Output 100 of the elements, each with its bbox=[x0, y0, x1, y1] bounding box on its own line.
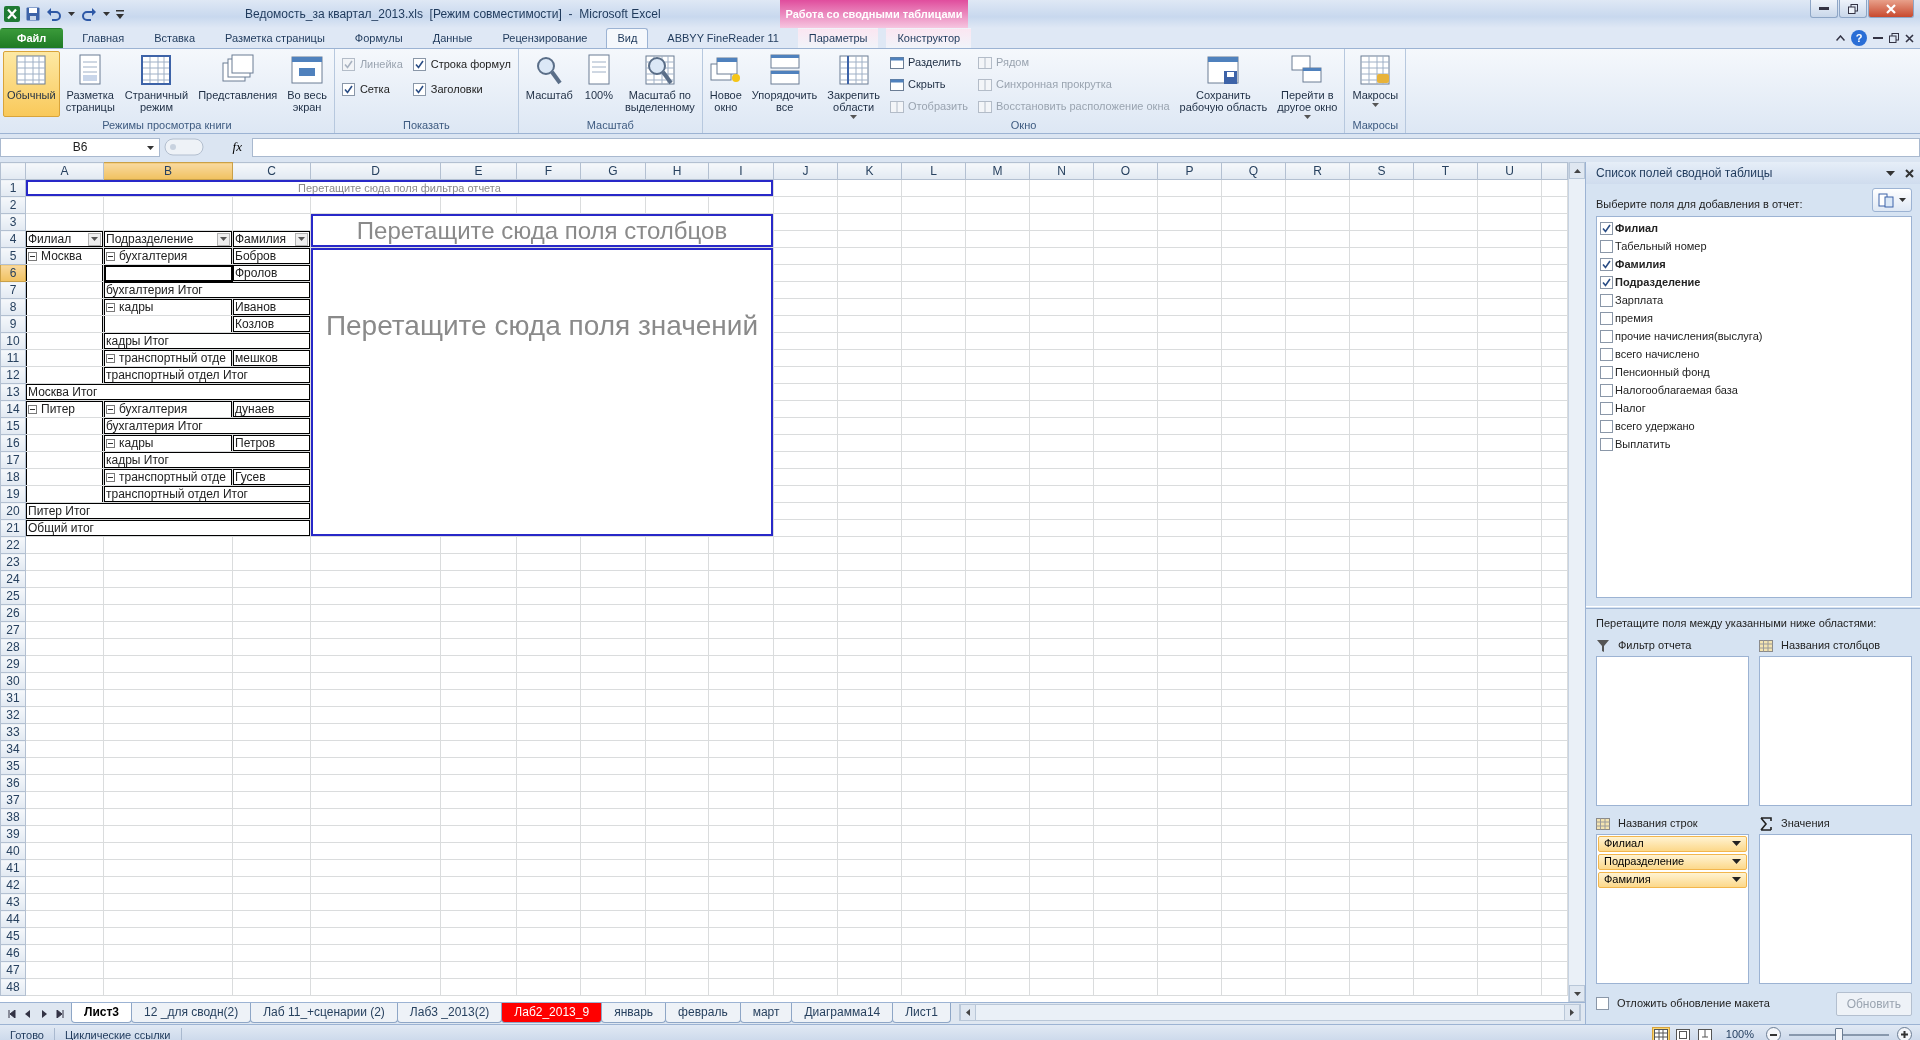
name-box[interactable]: B6 bbox=[0, 137, 160, 157]
sheet-tab[interactable]: Лист1 bbox=[892, 1003, 951, 1023]
column-header[interactable]: R bbox=[1285, 162, 1350, 180]
ribbon-button[interactable]: Новое окно bbox=[705, 51, 746, 117]
ribbon-button[interactable]: Страничный режим bbox=[120, 51, 193, 117]
undo-icon[interactable] bbox=[46, 7, 62, 21]
restore-button[interactable] bbox=[1839, 0, 1867, 18]
column-header[interactable]: O bbox=[1093, 162, 1158, 180]
insert-function-button[interactable]: fx bbox=[208, 137, 248, 157]
column-header[interactable]: B bbox=[103, 162, 233, 180]
column-header[interactable]: J bbox=[773, 162, 838, 180]
collapse-icon[interactable] bbox=[28, 404, 37, 414]
collapse-icon[interactable] bbox=[106, 472, 115, 482]
ribbon-button[interactable]: Разделить bbox=[890, 54, 968, 71]
ribbon-button[interactable]: Масштаб bbox=[521, 51, 577, 117]
vertical-scrollbar[interactable] bbox=[1568, 162, 1585, 1002]
zoom-out-button[interactable] bbox=[1766, 1027, 1781, 1040]
field-label[interactable]: всего удержано bbox=[1615, 417, 1695, 435]
field-label[interactable]: Филиал bbox=[1615, 219, 1658, 237]
checkbox[interactable] bbox=[1600, 221, 1613, 235]
sheet-tab[interactable]: февраль bbox=[665, 1003, 741, 1023]
column-header[interactable]: H bbox=[645, 162, 709, 180]
caret-icon[interactable] bbox=[68, 12, 75, 16]
field-label[interactable]: всего начислено bbox=[1615, 345, 1700, 363]
ribbon-button[interactable]: Сохранить рабочую область bbox=[1175, 51, 1272, 117]
ribbon-button[interactable]: 100% bbox=[578, 51, 619, 117]
column-header[interactable]: U bbox=[1477, 162, 1542, 180]
ribbon-tab[interactable]: Файл bbox=[0, 28, 64, 48]
checkbox[interactable] bbox=[1600, 365, 1613, 379]
sheet-tab[interactable]: 12 _для сводн(2) bbox=[131, 1003, 252, 1023]
field-label[interactable]: Налог bbox=[1615, 399, 1646, 417]
sheet-tab[interactable]: Лаб2_2013_9 bbox=[501, 1003, 603, 1023]
dropdown-icon[interactable] bbox=[1886, 170, 1895, 176]
zoom-in-button[interactable] bbox=[1897, 1027, 1912, 1040]
ribbon-button[interactable]: Масштаб по выделенному bbox=[620, 51, 699, 117]
ribbon-tab[interactable]: Конструктор bbox=[886, 28, 972, 48]
checkbox-label[interactable]: Отложить обновление макета bbox=[1617, 995, 1770, 1012]
checkbox[interactable] bbox=[1600, 257, 1613, 271]
sheet-tab[interactable]: Лист3 bbox=[71, 1003, 133, 1023]
ribbon-button[interactable]: Макросы bbox=[1348, 51, 1403, 117]
column-header[interactable]: F bbox=[516, 162, 581, 180]
field-label[interactable]: Табельный номер bbox=[1615, 237, 1707, 255]
checkbox-label[interactable]: Сетка bbox=[359, 80, 390, 98]
column-header[interactable]: S bbox=[1349, 162, 1414, 180]
ribbon-tab[interactable]: Данные bbox=[421, 28, 484, 48]
ribbon-button[interactable]: Разметка страницы bbox=[61, 51, 119, 117]
field-label[interactable]: Зарплата bbox=[1615, 291, 1664, 309]
checkbox[interactable] bbox=[341, 82, 355, 96]
view-button[interactable] bbox=[1695, 1026, 1714, 1040]
column-header[interactable]: P bbox=[1157, 162, 1222, 180]
collapse-ribbon-icon[interactable] bbox=[1836, 35, 1845, 41]
dropdown-icon[interactable] bbox=[147, 145, 154, 150]
field-label[interactable]: премия bbox=[1615, 309, 1653, 327]
ribbon-tab[interactable]: Формулы bbox=[343, 28, 414, 48]
column-header[interactable]: G bbox=[580, 162, 646, 180]
column-header[interactable]: Q bbox=[1221, 162, 1286, 180]
checkbox[interactable] bbox=[1596, 997, 1609, 1010]
customize-toolbar-icon[interactable] bbox=[116, 9, 124, 19]
ribbon-button[interactable]: Обычный bbox=[3, 51, 60, 117]
collapse-icon[interactable] bbox=[106, 404, 115, 414]
field-label[interactable]: Фамилия bbox=[1615, 255, 1666, 273]
ribbon-button[interactable]: Перейти в другое окно bbox=[1273, 51, 1342, 117]
close-icon[interactable] bbox=[1905, 33, 1914, 43]
checkbox[interactable] bbox=[1600, 293, 1613, 307]
view-button[interactable] bbox=[1673, 1026, 1692, 1040]
ribbon-button[interactable]: Во весь экран bbox=[283, 51, 331, 117]
layout-button[interactable] bbox=[1872, 188, 1912, 212]
field-label[interactable]: прочие начисления(выслуга) bbox=[1615, 327, 1763, 345]
ribbon-tab[interactable]: Разметка страницы bbox=[214, 28, 336, 48]
checkbox[interactable] bbox=[1600, 347, 1613, 361]
view-button[interactable] bbox=[1651, 1026, 1670, 1040]
checkbox[interactable] bbox=[1600, 239, 1613, 253]
sheet-tab[interactable]: март bbox=[739, 1003, 793, 1023]
checkbox[interactable] bbox=[1600, 275, 1613, 289]
checkbox[interactable] bbox=[1600, 383, 1613, 397]
ribbon-tab[interactable]: Вставка bbox=[143, 28, 207, 48]
minimize-icon[interactable] bbox=[1873, 36, 1883, 40]
caret-icon[interactable] bbox=[103, 12, 110, 16]
scroll-right-button[interactable] bbox=[1564, 1004, 1580, 1021]
checkbox-label[interactable]: Строка формул bbox=[430, 55, 511, 73]
collapse-icon[interactable] bbox=[28, 251, 37, 261]
filter-dropdown-button[interactable] bbox=[217, 232, 230, 246]
scroll-left-button[interactable] bbox=[960, 1004, 976, 1021]
sheet-tab[interactable]: Лаб3 _2013(2) bbox=[396, 1003, 503, 1023]
column-header[interactable]: D bbox=[310, 162, 441, 180]
collapse-icon[interactable] bbox=[106, 251, 115, 261]
ribbon-tab[interactable]: Параметры bbox=[797, 28, 879, 48]
field-label[interactable]: Пенсионный фонд bbox=[1615, 363, 1710, 381]
column-header[interactable]: E bbox=[440, 162, 517, 180]
collapse-icon[interactable] bbox=[106, 302, 115, 312]
sheet-tab[interactable]: Лаб 11_+сценарии (2) bbox=[250, 1003, 398, 1023]
area-field-button[interactable]: Фамилия bbox=[1598, 871, 1747, 888]
sheet-tab[interactable]: январь bbox=[601, 1003, 667, 1023]
checkbox[interactable] bbox=[1600, 419, 1613, 433]
ribbon-tab[interactable]: Рецензирование bbox=[491, 28, 599, 48]
area-field-button[interactable]: Подразделение bbox=[1598, 853, 1747, 870]
scroll-up-button[interactable] bbox=[1569, 162, 1585, 179]
close-icon[interactable] bbox=[1905, 168, 1914, 178]
collapse-icon[interactable] bbox=[106, 438, 115, 448]
checkbox[interactable] bbox=[1600, 437, 1613, 451]
